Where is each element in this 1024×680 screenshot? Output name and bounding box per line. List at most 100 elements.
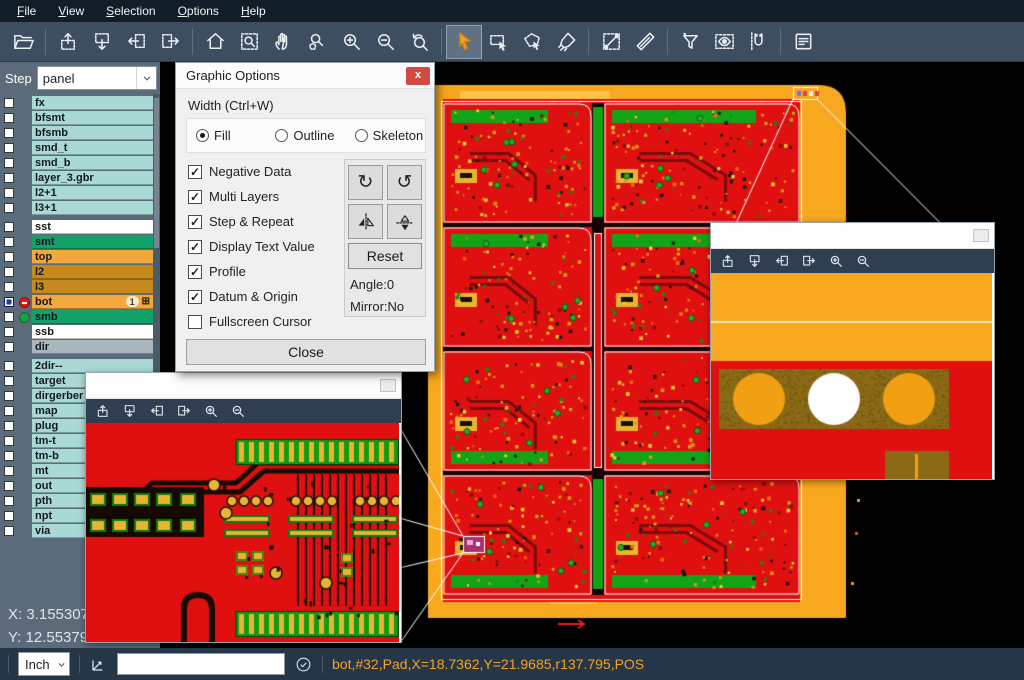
zoom-in-button[interactable] [334,26,368,58]
ruler-button[interactable] [628,26,662,58]
layer-checkbox-l3[interactable] [4,282,14,292]
layer-checkbox-target[interactable] [4,376,14,386]
select-rect-button[interactable] [481,26,515,58]
open-file-button[interactable] [6,26,40,58]
layer-row-smd_b[interactable]: smd_b [0,156,160,170]
magnifier-right-window-button[interactable] [973,229,989,242]
layer-label[interactable]: l3 [32,280,153,294]
magnifier-right-zoom-out-button[interactable] [855,253,871,269]
pan-hand-button[interactable] [266,26,300,58]
layer-checkbox-out[interactable] [4,481,14,491]
step-select[interactable]: panel [37,66,157,90]
layer-label[interactable]: fx [32,96,153,110]
layer-checkbox-plug[interactable] [4,421,14,431]
magnifier-right-pan-down-button[interactable] [747,253,763,269]
pan-down-button[interactable] [85,26,119,58]
layer-row-smb[interactable]: smb [0,310,160,324]
layer-checkbox-dir[interactable] [4,342,14,352]
layer-label[interactable]: smt [32,235,153,249]
magnifier-left-zoom-in-button[interactable] [203,403,219,419]
checkbox-row-fullscreen-cursor[interactable]: Fullscreen Cursor [188,309,315,334]
layer-row-l2[interactable]: l2 [0,265,160,279]
magnifier-left-pan-down-button[interactable] [122,403,138,419]
layer-row-smd_t[interactable]: smd_t [0,141,160,155]
layer-label[interactable]: l3+1 [32,201,153,215]
layer-checkbox-smd_b[interactable] [4,158,14,168]
layer-checkbox-smd_t[interactable] [4,143,14,153]
checkbox[interactable]: ✓ [188,290,202,304]
layer-label[interactable]: dir [32,340,153,354]
check-circle-icon[interactable] [294,655,313,674]
menu-item-options[interactable]: Options [167,1,230,21]
layer-row-2dir--[interactable]: 2dir-- [0,359,160,373]
layer-label[interactable]: bot1⊞ [32,295,153,309]
magnifier-left-pan-right-button[interactable] [176,403,192,419]
zoom-window-button[interactable] [232,26,266,58]
layer-row-l3+1[interactable]: l3+1 [0,201,160,215]
layer-checkbox-ssb[interactable] [4,327,14,337]
layer-label[interactable]: bfsmb [32,126,153,140]
checkbox-row-step-repeat[interactable]: ✓Step & Repeat [188,209,315,234]
magnifier-left-view[interactable] [86,423,399,642]
checkbox[interactable] [188,315,202,329]
radio-dot[interactable] [196,129,209,142]
layer-checkbox-l2+1[interactable] [4,188,14,198]
magnifier-left-pan-up-button[interactable] [95,403,111,419]
dialog-close-icon[interactable]: x [406,67,430,85]
layer-checkbox-sst[interactable] [4,222,14,232]
layer-checkbox-dirgerber[interactable] [4,391,14,401]
layer-checkbox-tm-b[interactable] [4,451,14,461]
layer-checkbox-2dir--[interactable] [4,361,14,371]
dialog-titlebar[interactable]: Graphic Options x [176,63,434,89]
layer-checkbox-bot[interactable] [4,297,14,307]
layer-row-l2+1[interactable]: l2+1 [0,186,160,200]
layer-checkbox-top[interactable] [4,252,14,262]
layer-checkbox-bfsmt[interactable] [4,113,14,123]
layer-label[interactable]: ssb [32,325,153,339]
magnifier-left-titlebar[interactable] [86,373,401,399]
layer-label[interactable]: l2 [32,265,153,279]
layer-checkbox-pth[interactable] [4,496,14,506]
layer-row-layer_3.gbr[interactable]: layer_3.gbr [0,171,160,185]
radio-outline[interactable]: Outline [266,128,345,143]
unit-select[interactable]: Inch [18,652,70,676]
filter-button[interactable] [673,26,707,58]
close-button[interactable]: Close [186,339,426,365]
layer-row-bfsmt[interactable]: bfsmt [0,111,160,125]
checkbox[interactable]: ✓ [188,190,202,204]
layer-panel-button[interactable] [786,26,820,58]
layer-row-l3[interactable]: l3 [0,280,160,294]
layer-checkbox-mt[interactable] [4,466,14,476]
magnifier-left-pan-left-button[interactable] [149,403,165,419]
layer-row-bot[interactable]: bot1⊞ [0,295,160,309]
chevron-down-icon[interactable] [53,658,69,671]
layer-row-smt[interactable]: smt [0,235,160,249]
layer-label[interactable]: 2dir-- [32,359,153,373]
layer-checkbox-smb[interactable] [4,312,14,322]
rotate-ccw-button[interactable]: ↺ [387,165,422,200]
mirror-horizontal-button[interactable] [348,204,383,239]
magnifier-right-pan-right-button[interactable] [801,253,817,269]
radio-dot[interactable] [355,129,368,142]
checkbox-row-multi-layers[interactable]: ✓Multi Layers [188,184,315,209]
layer-label[interactable]: layer_3.gbr [32,171,153,185]
checkbox[interactable]: ✓ [188,265,202,279]
radio-skeleton[interactable]: Skeleton [346,128,425,143]
clean-tool-button[interactable] [549,26,583,58]
checkbox-row-datum-origin[interactable]: ✓Datum & Origin [188,284,315,309]
layer-label[interactable]: smb [32,310,153,324]
layer-label[interactable]: l2+1 [32,186,153,200]
magnifier-right-view[interactable] [711,273,992,479]
chevron-down-icon[interactable] [136,67,156,89]
layer-checkbox-fx[interactable] [4,98,14,108]
layer-row-bfsmb[interactable]: bfsmb [0,126,160,140]
layer-row-sst[interactable]: sst [0,220,160,234]
pan-up-button[interactable] [51,26,85,58]
layer-row-ssb[interactable]: ssb [0,325,160,339]
layer-row-top[interactable]: top [0,250,160,264]
magnifier-left-window-button[interactable] [380,379,396,392]
layer-checkbox-layer_3.gbr[interactable] [4,173,14,183]
layer-label[interactable]: smd_t [32,141,153,155]
corner-tool-icon[interactable] [89,655,108,674]
measure-button[interactable] [594,26,628,58]
